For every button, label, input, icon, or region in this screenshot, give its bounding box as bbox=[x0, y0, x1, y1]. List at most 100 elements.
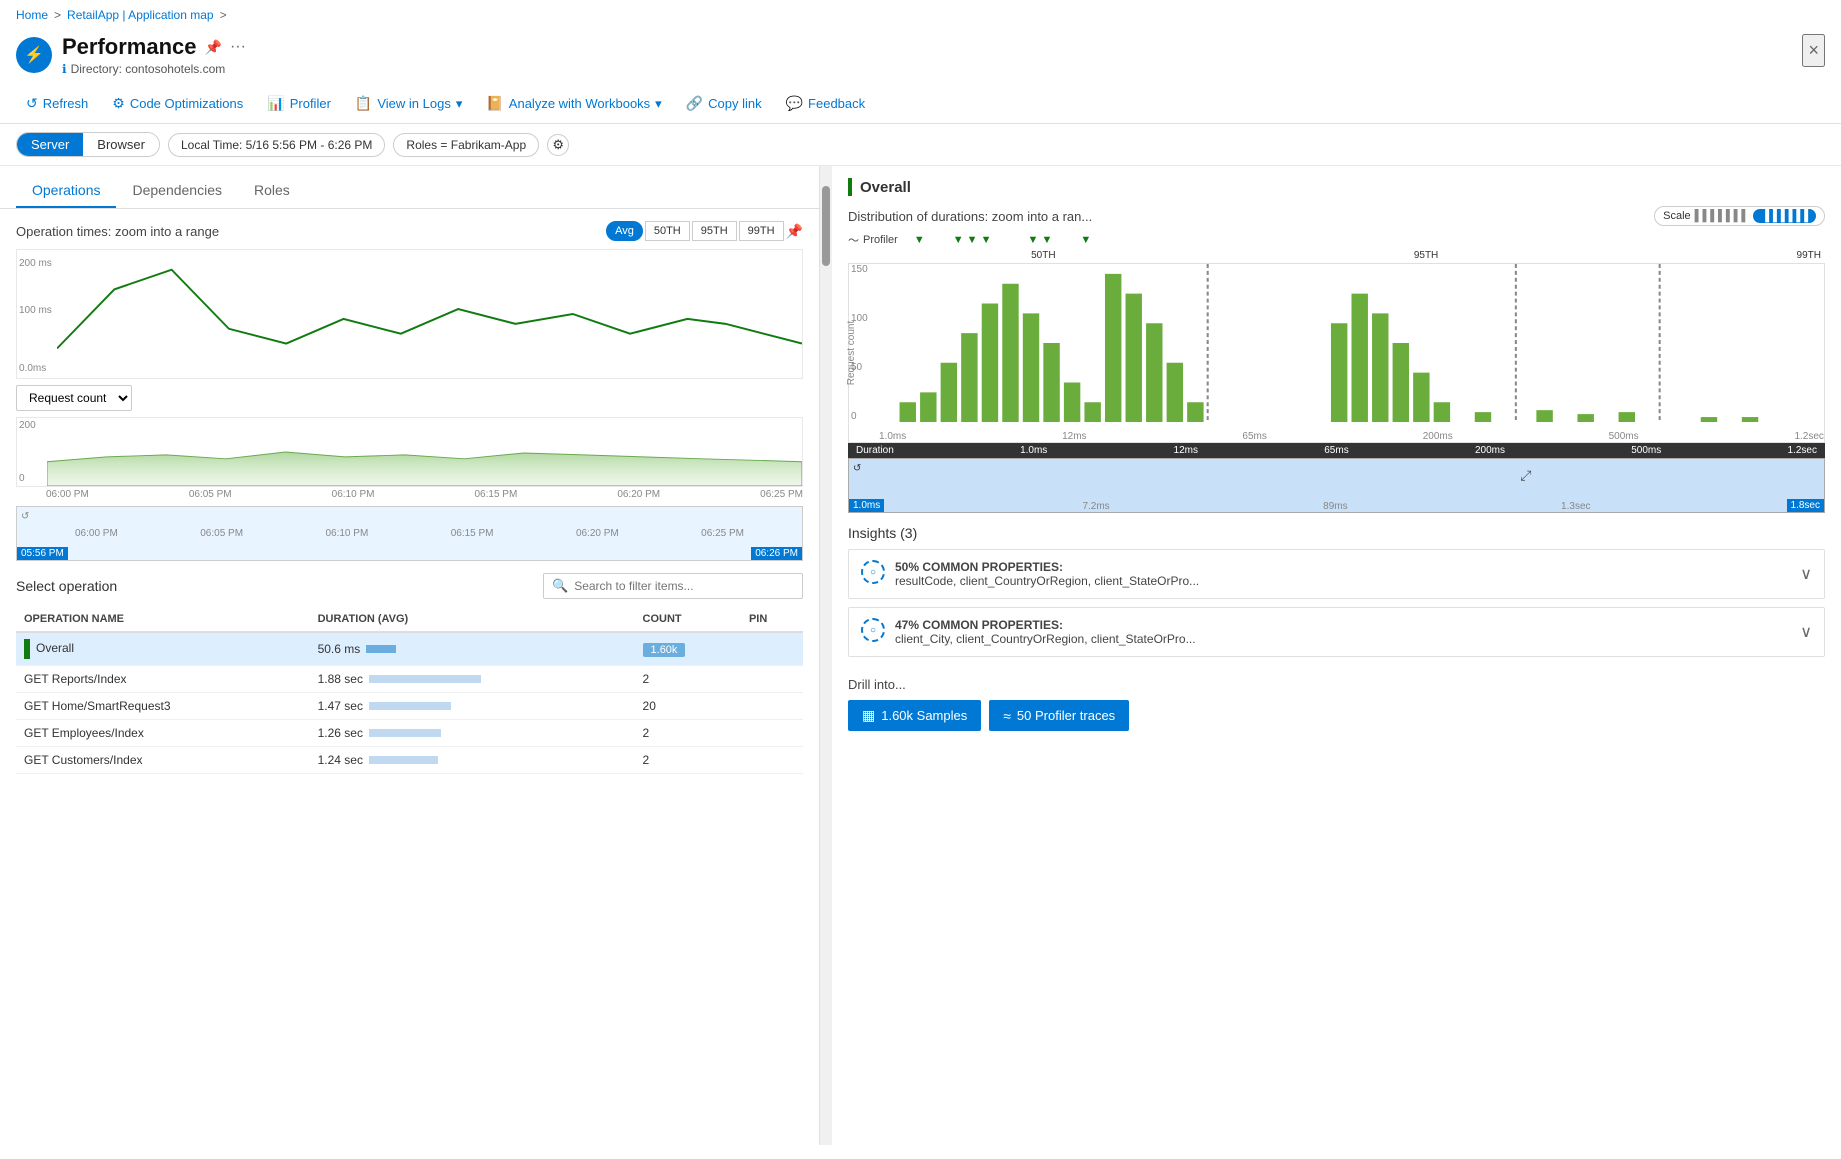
insight2-props: client_City, client_CountryOrRegion, cli… bbox=[895, 632, 1196, 646]
mini-y-top: 200 bbox=[19, 420, 36, 431]
operation-times-chart: 200 ms 100 ms 0.0ms bbox=[16, 249, 803, 379]
mini-y-zero: 0 bbox=[19, 473, 25, 484]
table-row[interactable]: GET Reports/Index1.88 sec2 bbox=[16, 666, 803, 693]
y-label-bot: 0.0ms bbox=[19, 363, 46, 374]
code-opt-icon: ⚙ bbox=[112, 95, 125, 112]
profiler-label: Profiler bbox=[863, 234, 898, 246]
insights-section: Insights (3) ○ 50% COMMON PROPERTIES: re… bbox=[848, 525, 1825, 665]
avg-button[interactable]: Avg bbox=[606, 221, 643, 241]
analyze-workbooks-button[interactable]: 📔 Analyze with Workbooks ▾ bbox=[476, 90, 671, 117]
op-pin-cell[interactable] bbox=[741, 632, 803, 666]
more-button[interactable]: ··· bbox=[230, 38, 246, 56]
operations-section: Select operation 🔍 OPERATION NAME DURATI… bbox=[0, 565, 819, 1145]
insight1-expand-button[interactable]: ∨ bbox=[1800, 564, 1812, 584]
duration-axis-bar: Duration 1.0ms 12ms 65ms 200ms 500ms 1.2… bbox=[848, 443, 1825, 458]
op-name-cell: GET Employees/Index bbox=[16, 720, 310, 747]
profiler-button[interactable]: 📊 Profiler bbox=[257, 90, 341, 117]
insight1-props: resultCode, client_CountryOrRegion, clie… bbox=[895, 574, 1199, 588]
time-range-slider[interactable]: ↺ 06:00 PM 06:05 PM 06:10 PM 06:15 PM 06… bbox=[16, 506, 803, 561]
op-pin-cell[interactable] bbox=[741, 747, 803, 774]
left-panel: Operations Dependencies Roles Operation … bbox=[0, 166, 820, 1145]
scrollbar-thumb[interactable] bbox=[822, 186, 830, 266]
filter-bar: Server Browser Local Time: 5/16 5:56 PM … bbox=[0, 124, 1841, 166]
op-count-cell: 2 bbox=[635, 666, 741, 693]
table-row[interactable]: GET Customers/Index1.24 sec2 bbox=[16, 747, 803, 774]
p99-marker: 99TH bbox=[1797, 250, 1821, 261]
dropdown-row: Request count bbox=[16, 385, 803, 411]
p99-button[interactable]: 99TH bbox=[739, 221, 784, 241]
pin-button[interactable]: 📌 bbox=[205, 39, 222, 56]
scale-linear[interactable]: ▌▌▌▌▌▌▌ bbox=[1695, 210, 1750, 222]
code-optimizations-button[interactable]: ⚙ Code Optimizations bbox=[102, 90, 253, 117]
view-in-logs-button[interactable]: 📋 View in Logs ▾ bbox=[345, 90, 472, 117]
filter-icon[interactable]: ⚙ bbox=[547, 134, 569, 156]
distribution-header: Distribution of durations: zoom into a r… bbox=[848, 206, 1825, 226]
op-pin-cell[interactable] bbox=[741, 720, 803, 747]
range-thumb-left[interactable]: 05:56 PM bbox=[17, 547, 68, 560]
scale-log[interactable]: ▐▐▐▐▐▐ bbox=[1753, 209, 1816, 223]
search-icon: 🔍 bbox=[552, 578, 568, 594]
browser-tab[interactable]: Browser bbox=[83, 133, 159, 156]
duration-label: Duration bbox=[856, 445, 894, 456]
roles-filter-label: Roles = Fabrikam-App bbox=[406, 138, 526, 152]
op-name-cell: Overall bbox=[16, 632, 310, 666]
op-duration-cell: 50.6 ms bbox=[310, 632, 635, 666]
tab-roles[interactable]: Roles bbox=[238, 174, 306, 208]
profiler-traces-label: 50 Profiler traces bbox=[1017, 708, 1115, 723]
profiler-row: 〜 Profiler ▼ ▼ ▼ ▼ ▼ ▼ ▼ bbox=[848, 232, 1825, 248]
op-indicator bbox=[24, 639, 30, 659]
table-row[interactable]: GET Home/SmartRequest31.47 sec20 bbox=[16, 693, 803, 720]
table-row[interactable]: Overall50.6 ms1.60k bbox=[16, 632, 803, 666]
time-filter[interactable]: Local Time: 5/16 5:56 PM - 6:26 PM bbox=[168, 133, 385, 157]
close-button[interactable]: × bbox=[1802, 34, 1825, 67]
tab-dependencies[interactable]: Dependencies bbox=[116, 174, 238, 208]
right-panel: Overall Distribution of durations: zoom … bbox=[832, 166, 1841, 1145]
distribution-chart: 150 100 50 0 Request count bbox=[848, 263, 1825, 443]
search-input[interactable] bbox=[574, 579, 794, 593]
search-box: 🔍 bbox=[543, 573, 803, 599]
insight-icon-2: ○ bbox=[861, 618, 885, 642]
breadcrumb-home[interactable]: Home bbox=[16, 8, 48, 22]
request-count-chart: 200 0 bbox=[16, 417, 803, 487]
dist-range-thumb-left[interactable]: 1.0ms bbox=[849, 499, 884, 512]
feedback-button[interactable]: 💬 Feedback bbox=[776, 90, 876, 117]
col-count-header: COUNT bbox=[635, 607, 741, 632]
chart-pin-button[interactable]: 📌 bbox=[786, 223, 803, 240]
refresh-button[interactable]: ↺ Refresh bbox=[16, 90, 98, 117]
copy-link-button[interactable]: 🔗 Copy link bbox=[676, 90, 772, 117]
profiler-traces-button[interactable]: ≈ 50 Profiler traces bbox=[989, 700, 1129, 731]
percentile-buttons: Avg 50TH 95TH 99TH 📌 bbox=[606, 221, 803, 241]
op-duration-cell: 1.88 sec bbox=[310, 666, 635, 693]
insight2-expand-button[interactable]: ∨ bbox=[1800, 622, 1812, 642]
table-row[interactable]: GET Employees/Index1.26 sec2 bbox=[16, 720, 803, 747]
main-content: Operations Dependencies Roles Operation … bbox=[0, 166, 1841, 1145]
op-name-cell: GET Home/SmartRequest3 bbox=[16, 693, 310, 720]
op-pin-cell[interactable] bbox=[741, 693, 803, 720]
insight-card-2: ○ 47% COMMON PROPERTIES: client_City, cl… bbox=[848, 607, 1825, 657]
p95-button[interactable]: 95TH bbox=[692, 221, 737, 241]
dist-range-thumb-right[interactable]: 1.8sec bbox=[1787, 499, 1824, 512]
col-name-header: OPERATION NAME bbox=[16, 607, 310, 632]
chart-title: Operation times: zoom into a range bbox=[16, 224, 219, 239]
dist-title: Distribution of durations: zoom into a r… bbox=[848, 209, 1092, 224]
range2-mid3: 1.3sec bbox=[1561, 501, 1590, 512]
roles-filter[interactable]: Roles = Fabrikam-App bbox=[393, 133, 539, 157]
op-count-cell: 2 bbox=[635, 720, 741, 747]
server-tab[interactable]: Server bbox=[17, 133, 83, 156]
chart-section: Operation times: zoom into a range Avg 5… bbox=[0, 209, 819, 565]
tabs-nav: Operations Dependencies Roles bbox=[0, 166, 819, 209]
samples-button[interactable]: ▦ 1.60k Samples bbox=[848, 700, 981, 731]
scale-toggle[interactable]: Scale ▌▌▌▌▌▌▌ ▐▐▐▐▐▐ bbox=[1654, 206, 1825, 226]
breadcrumb-retailapp[interactable]: RetailApp | Application map bbox=[67, 8, 214, 22]
p50-button[interactable]: 50TH bbox=[645, 221, 690, 241]
expand-icon[interactable]: ⤢ bbox=[1520, 467, 1531, 484]
dist-range-slider[interactable]: ↺ 7.2ms 89ms 1.3sec ⤢ 1.0ms 1.8sec bbox=[848, 458, 1825, 513]
op-pin-cell[interactable] bbox=[741, 666, 803, 693]
request-count-dropdown[interactable]: Request count bbox=[16, 385, 132, 411]
breadcrumb-sep2: > bbox=[220, 8, 227, 22]
tab-operations[interactable]: Operations bbox=[16, 174, 116, 208]
col-duration-header: DURATION (AVG) bbox=[310, 607, 635, 632]
range-thumb-right[interactable]: 06:26 PM bbox=[751, 547, 802, 560]
samples-icon: ▦ bbox=[862, 707, 875, 724]
scrollbar[interactable] bbox=[820, 166, 832, 1145]
